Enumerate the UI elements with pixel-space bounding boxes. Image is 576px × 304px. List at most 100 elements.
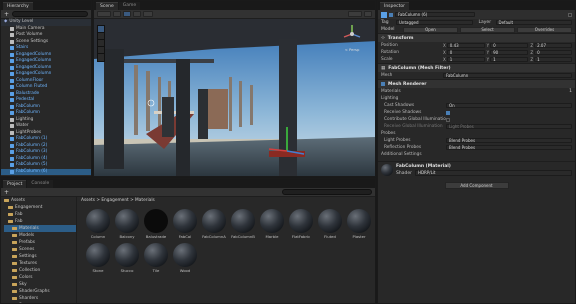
folder-tree-item[interactable]: Colors <box>4 274 76 281</box>
add-asset-icon[interactable]: + <box>4 189 9 196</box>
rotate-tool-icon[interactable] <box>98 40 104 47</box>
gameobject-cube-icon <box>10 130 14 135</box>
lighting-toggle-button[interactable] <box>123 11 131 17</box>
folder-tree-item[interactable]: Textures <box>4 260 76 267</box>
folder-tree-item[interactable]: Fab <box>4 218 76 225</box>
receive-gi-dropdown[interactable]: Light Probes <box>446 123 572 130</box>
audio-toggle-button[interactable] <box>133 11 141 17</box>
folder-tree-item[interactable]: Prefabs <box>4 239 76 246</box>
hierarchy-item[interactable]: FabColumn (6) <box>1 168 91 175</box>
material-asset[interactable]: Stucco <box>114 243 140 273</box>
hierarchy-search-input[interactable] <box>12 11 88 17</box>
persp-label[interactable]: < Persp <box>341 47 363 52</box>
folder-tree-item[interactable]: Assets <box>4 197 76 204</box>
cast-shadows-dropdown[interactable]: On <box>446 102 572 109</box>
folder-tree-item[interactable]: Materials <box>4 225 76 232</box>
rect-tool-icon[interactable] <box>98 54 104 61</box>
mesh-renderer-header[interactable]: Mesh Renderer <box>378 79 575 88</box>
contribute-gi-checkbox[interactable] <box>446 117 450 122</box>
mesh-filter-header[interactable]: ▦ FabColumn (Mesh Filter) <box>378 63 575 72</box>
materials-row[interactable]: Materials 1 <box>378 88 575 95</box>
static-checkbox[interactable] <box>568 12 572 17</box>
object-name-field[interactable]: FabColumn (6) <box>395 11 475 18</box>
active-checkbox[interactable] <box>389 12 393 17</box>
folder-tree-item[interactable]: Models <box>4 232 76 239</box>
material-asset[interactable]: Plaster <box>346 209 372 239</box>
folder-tree-item[interactable]: Collection <box>4 267 76 274</box>
position-z-field[interactable]: 2.07 <box>534 42 573 49</box>
light-probes-dropdown[interactable]: Blend Probes <box>446 137 572 144</box>
receive-gi-row: Receive Global Illumination Light Probes <box>378 123 575 130</box>
scale-z-field[interactable]: 1 <box>534 56 573 63</box>
scale-tool-icon[interactable] <box>98 47 104 54</box>
material-asset[interactable]: Stone <box>85 243 111 273</box>
rotation-z-field[interactable]: 0 <box>534 49 573 56</box>
shader-dropdown[interactable]: HDRP/Lit <box>414 170 572 176</box>
material-asset[interactable]: Marble <box>259 209 285 239</box>
position-y-field[interactable]: 0 <box>490 42 529 49</box>
folder-tree-item[interactable]: Seasons <box>4 302 76 303</box>
material-asset[interactable]: Tile <box>143 243 169 273</box>
folder-tree-item[interactable]: Engagement <box>4 204 76 211</box>
material-asset[interactable]: Fluted <box>317 209 343 239</box>
receive-shadows-checkbox[interactable] <box>446 110 450 115</box>
scale-x-field[interactable]: 1 <box>446 56 485 63</box>
folder-tree-item[interactable]: Fab <box>4 211 76 218</box>
tab-scene[interactable]: Scene <box>96 2 118 10</box>
tab-game[interactable]: Game <box>118 2 141 10</box>
layer-dropdown[interactable]: Default <box>495 19 572 26</box>
material-asset[interactable]: Column <box>85 209 111 239</box>
reflection-probes-dropdown[interactable]: Blend Probes <box>446 144 572 151</box>
camera-settings-button[interactable] <box>364 11 372 17</box>
mesh-field[interactable]: FabColumn <box>443 72 572 79</box>
material-asset[interactable]: Balustrade <box>143 209 169 239</box>
rotation-x-field[interactable]: 0 <box>446 49 485 56</box>
scene-viewport[interactable]: < Persp <box>94 19 376 177</box>
mesh-renderer-enabled-checkbox[interactable] <box>381 82 385 86</box>
add-component-button[interactable]: Add Component <box>444 182 509 189</box>
transform-header[interactable]: ⊹ Transform <box>378 33 575 42</box>
material-sphere-icon <box>231 209 255 233</box>
tab-inspector[interactable]: Inspector <box>380 2 409 10</box>
additional-settings-foldout[interactable]: Additional Settings <box>378 151 575 158</box>
add-icon[interactable]: + <box>4 11 9 18</box>
project-breadcrumb[interactable]: Assets > Engagement > Materials <box>81 198 155 203</box>
open-button[interactable]: Open <box>403 26 458 33</box>
material-asset[interactable]: FabColumnA <box>201 209 227 239</box>
material-asset[interactable]: Wood <box>172 243 198 273</box>
folder-tree-item[interactable]: Scenes <box>4 246 76 253</box>
2d-toggle-button[interactable] <box>113 11 121 17</box>
scale-y-field[interactable]: 1 <box>490 56 529 63</box>
folder-tree-item[interactable]: Sharders <box>4 295 76 302</box>
tab-console[interactable]: Console <box>27 180 54 188</box>
overrides-button[interactable]: Overrides <box>517 26 572 33</box>
project-search-input[interactable] <box>282 189 372 195</box>
effects-button[interactable] <box>143 11 153 17</box>
folder-tree-item[interactable]: ShaderGraphs <box>4 288 76 295</box>
tab-project[interactable]: Project <box>3 180 27 188</box>
move-tool-icon[interactable] <box>98 33 104 40</box>
probes-foldout[interactable]: Probes <box>378 130 575 137</box>
orientation-gizmo[interactable]: < Persp <box>341 23 363 52</box>
rotation-y-field[interactable]: 90 <box>490 49 529 56</box>
hand-tool-icon[interactable] <box>98 26 104 33</box>
position-row: Position X 0.43 Y0 Z 2.07 <box>378 42 575 49</box>
gizmos-button[interactable] <box>348 11 362 17</box>
material-asset[interactable]: Balcony <box>114 209 140 239</box>
material-asset[interactable]: FlatFabric <box>288 209 314 239</box>
folder-tree-item[interactable]: Settings <box>4 253 76 260</box>
tab-hierarchy[interactable]: Hierarchy <box>3 2 33 10</box>
material-asset[interactable]: FabCol <box>172 209 198 239</box>
material-title[interactable]: FabColumn (Material) <box>396 164 572 169</box>
prefab-cube-icon <box>10 169 14 174</box>
material-asset[interactable]: FabColumnB <box>230 209 256 239</box>
material-sphere-icon <box>173 243 197 267</box>
folder-tree-item[interactable]: Sky <box>4 281 76 288</box>
position-x-field[interactable]: 0.43 <box>446 42 485 49</box>
lighting-foldout[interactable]: Lighting <box>378 95 575 102</box>
folder-icon <box>12 289 17 294</box>
scene-render[interactable] <box>94 19 376 177</box>
tag-dropdown[interactable]: Untagged <box>396 19 473 26</box>
select-button[interactable]: Select <box>460 26 515 33</box>
draw-mode-button[interactable] <box>97 11 111 17</box>
